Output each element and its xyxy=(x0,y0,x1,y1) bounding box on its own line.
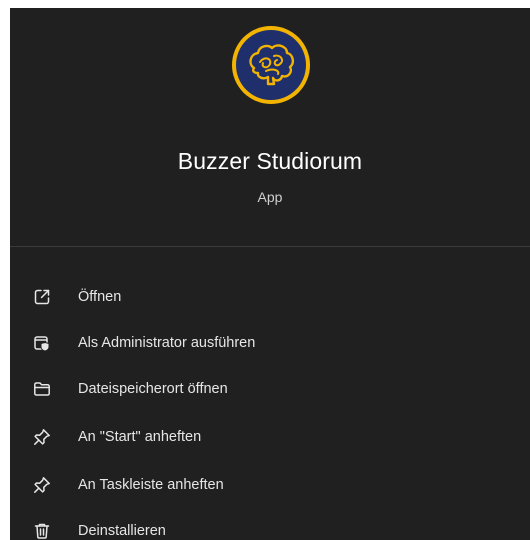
menu-item-pin-to-taskbar[interactable]: An Taskleiste anheften xyxy=(10,462,530,508)
open-external-icon xyxy=(32,287,52,307)
menu-item-label: Als Administrator ausführen xyxy=(78,335,256,351)
menu-item-uninstall[interactable]: Deinstallieren xyxy=(10,508,530,540)
menu-item-label: An "Start" anheften xyxy=(78,429,202,445)
app-type: App xyxy=(257,189,283,205)
menu-item-label: An Taskleiste anheften xyxy=(78,477,224,493)
app-logo xyxy=(230,24,312,106)
app-name: Buzzer Studiorum xyxy=(177,148,363,174)
pin-icon xyxy=(32,427,52,447)
divider xyxy=(10,246,530,247)
menu-item-open[interactable]: Öffnen xyxy=(10,274,530,320)
pin-icon xyxy=(32,475,52,495)
context-menu-panel: Buzzer Studiorum App Öffnen Als Administ… xyxy=(10,8,530,540)
menu-item-open-file-location[interactable]: Dateispeicherort öffnen xyxy=(10,366,530,412)
menu-item-label: Dateispeicherort öffnen xyxy=(78,381,228,397)
menu-item-pin-to-start[interactable]: An "Start" anheften xyxy=(10,414,530,460)
menu-item-label: Öffnen xyxy=(78,289,122,305)
folder-icon xyxy=(32,379,52,399)
menu-item-run-as-admin[interactable]: Als Administrator ausführen xyxy=(10,320,530,366)
trash-icon xyxy=(32,521,52,540)
run-as-admin-shield-icon xyxy=(32,333,52,353)
menu-item-label: Deinstallieren xyxy=(78,523,166,539)
